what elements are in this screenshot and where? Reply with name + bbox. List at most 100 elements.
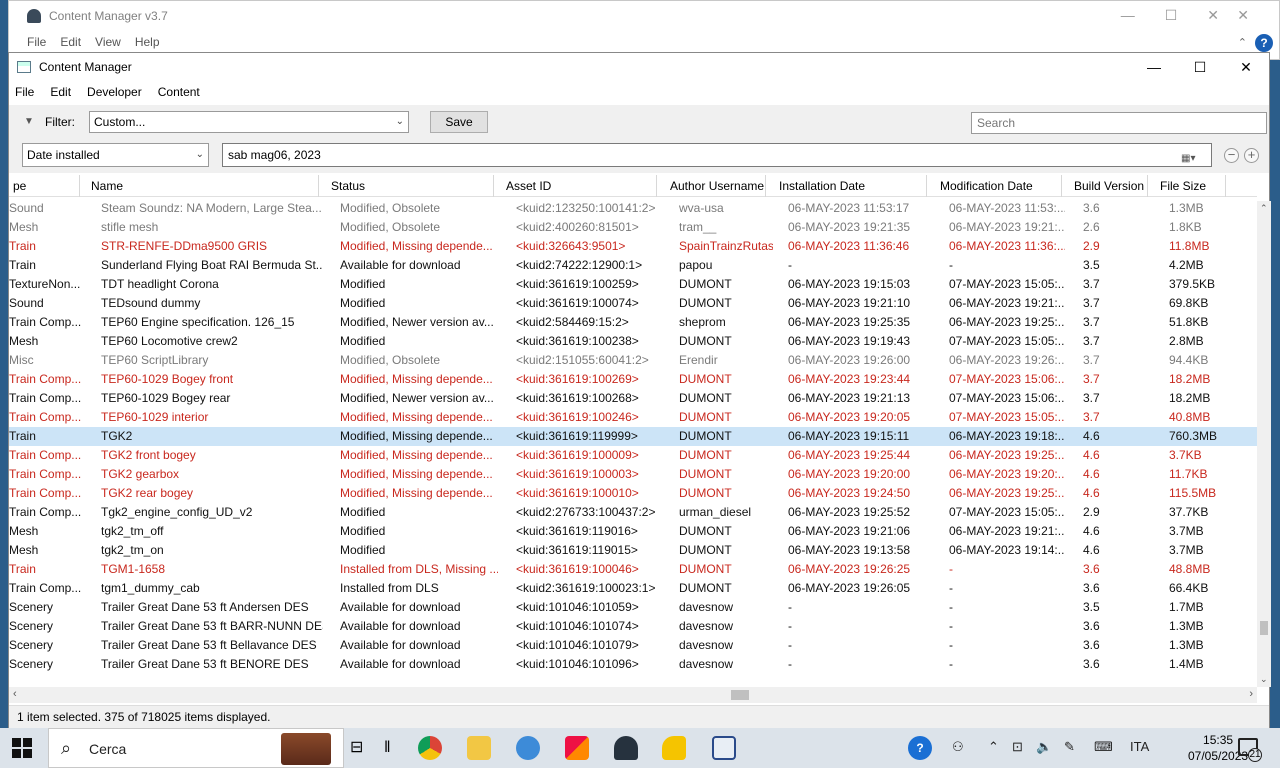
scroll-left-icon[interactable]: ‹ [13,688,17,700]
column-header-file-size[interactable]: File Size [1156,175,1226,197]
help-icon[interactable]: ? [908,736,932,760]
chevron-up-icon[interactable]: ⌃ [988,739,999,755]
column-header-name[interactable]: Name [87,175,319,197]
language-indicator[interactable]: ITA [1130,739,1149,754]
column-header-author[interactable]: Author Username [666,175,766,197]
remove-filter-button[interactable]: − [1224,148,1239,163]
horizontal-scroll-thumb[interactable] [731,690,749,700]
table-row[interactable]: Mesh tgk2_tm_off Modified <kuid:361619:1190… [9,522,1257,541]
background-menu-edit[interactable]: Edit [60,35,81,49]
cell-modification-date: 06-MAY-2023 19:21:... [949,220,1065,234]
ccleaner-icon[interactable] [565,736,589,760]
vertical-scroll-thumb[interactable] [1260,621,1268,635]
table-row[interactable]: Train TGM1-1658 Installed from DLS, Missin… [9,560,1257,579]
table-row[interactable]: Scenery Trailer Great Dane 53 ft Bellavan… [9,636,1257,655]
table-row[interactable]: Misc TEP60 ScriptLibrary Modified, Obsolet… [9,351,1257,370]
background-close-button[interactable]: ✕ [1207,7,1219,24]
cell-build-version: 3.6 [1083,619,1100,633]
column-header-type[interactable]: pe [9,175,80,197]
pen-icon[interactable]: ✎ [1064,739,1075,755]
table-row[interactable]: Mesh stifle mesh Modified, Obsolete <kuid2:… [9,218,1257,237]
table-row[interactable]: Train Comp... TGK2 gearbox Modified, Missi… [9,465,1257,484]
scroll-down-icon[interactable]: ⌄ [1260,674,1268,685]
background-maximize-button[interactable]: ☐ [1165,7,1178,24]
minimize-button[interactable]: — [1131,53,1177,81]
column-header-installation-date[interactable]: Installation Date [775,175,927,197]
cell-name: TGK2 front bogey [101,448,196,462]
search-input[interactable]: Search [971,112,1267,134]
chrome-icon[interactable] [418,736,442,760]
background-minimize-button[interactable]: — [1121,7,1135,24]
menu-file[interactable]: File [15,85,34,99]
keyboard-icon[interactable]: ⌨ [1094,739,1113,755]
network-icon[interactable]: ⊡ [1012,739,1023,755]
column-header-modification-date[interactable]: Modification Date [936,175,1062,197]
people-icon[interactable]: ⚇ [952,739,964,755]
table-row[interactable]: Train Comp... TEP60-1029 interior Modified… [9,408,1257,427]
table-row[interactable]: Train Comp... tgm1_dummy_cab Installed fro… [9,579,1257,598]
table-row[interactable]: Mesh TEP60 Locomotive crew2 Modified <kuid:… [9,332,1257,351]
thunderbird-icon[interactable] [516,736,540,760]
trainz-icon[interactable] [614,736,638,760]
help-icon[interactable]: ? [1255,34,1273,52]
title-bar[interactable]: Content Manager — ☐ ✕ [9,53,1269,81]
table-row[interactable]: Scenery Trailer Great Dane 53 ft Andersen… [9,598,1257,617]
editor-icon[interactable] [712,736,736,760]
table-row[interactable]: Sound TEDsound dummy Modified <kuid:361619:… [9,294,1257,313]
vertical-scrollbar[interactable]: ⌃ ⌄ [1257,201,1271,687]
menu-edit[interactable]: Edit [50,85,71,99]
table-row[interactable]: Train STR-RENFE-DDma9500 GRIS Modified, Mi… [9,237,1257,256]
table-row[interactable]: Train Comp... TGK2 front bogey Modified, M… [9,446,1257,465]
column-header-asset-id[interactable]: Asset ID [502,175,657,197]
add-filter-button[interactable]: + [1244,148,1259,163]
notification-center-icon[interactable]: 21 [1238,738,1262,762]
scroll-right-icon[interactable]: › [1249,688,1253,700]
table-row[interactable]: Train Comp... Tgk2_engine_config_UD_v2 Mod… [9,503,1257,522]
table-row[interactable]: Train Sunderland Flying Boat RAI Bermuda … [9,256,1257,275]
table-row[interactable]: Train Comp... TEP60-1029 Bogey rear Modifi… [9,389,1257,408]
table-row[interactable]: Sound Steam Soundz: NA Modern, Large Stea… [9,199,1257,218]
column-header-status[interactable]: Status [327,175,494,197]
background-window[interactable]: Content Manager v3.7 File Edit View Help… [8,0,1280,60]
maximize-button[interactable]: ☐ [1177,53,1223,81]
cell-type: Train Comp... [9,467,82,481]
cell-asset-id: <kuid2:400260:81501> [516,220,639,234]
calendar-icon[interactable]: ▦▾ [1181,148,1203,164]
scroll-up-icon[interactable]: ⌃ [1260,203,1268,214]
table-row[interactable]: Mesh tgk2_tm_on Modified <kuid:361619:11901… [9,541,1257,560]
filter-dropdown[interactable]: Custom... ⌄ [89,111,409,133]
taskbar-search-box[interactable]: ⌕ Cerca [48,728,344,768]
date-value-input[interactable]: sab mag06, 2023 ▦▾ [222,143,1212,167]
cell-installation-date: 06-MAY-2023 19:21:10 [788,296,911,310]
cell-file-size: 94.4KB [1169,353,1209,367]
background-menu-file[interactable]: File [27,35,46,49]
collapse-triangle-icon[interactable]: ▼ [24,116,34,127]
table-row[interactable]: Train Comp... TEP60-1029 Bogey front Modif… [9,370,1257,389]
cell-installation-date: 06-MAY-2023 11:53:17 [788,201,910,215]
close-button[interactable]: ✕ [1223,53,1269,81]
column-header-build-version[interactable]: Build Version [1070,175,1148,197]
background-close-icon[interactable]: ✕ [1237,7,1249,24]
menu-developer[interactable]: Developer [87,85,142,99]
table-row[interactable]: TextureNon... TDT headlight Corona Modifie… [9,275,1257,294]
content-manager-icon[interactable] [662,736,686,760]
menu-content[interactable]: Content [158,85,200,99]
cell-build-version: 3.7 [1083,296,1100,310]
cell-asset-id: <kuid2:123250:100141:2> [516,201,656,215]
chevron-up-icon[interactable]: ⌃ [1238,36,1247,49]
cell-status: Modified, Missing depende... [340,467,493,481]
table-row[interactable]: Scenery Trailer Great Dane 53 ft BENORE D… [9,655,1257,674]
date-field-dropdown[interactable]: Date installed ⌄ [22,143,209,167]
windows-start-icon[interactable] [12,738,34,758]
file-explorer-icon[interactable] [467,736,491,760]
background-menu-help[interactable]: Help [135,35,160,49]
table-row[interactable]: Train TGK2 Modified, Missing depende... <ku… [9,427,1257,446]
table-row[interactable]: Train Comp... TEP60 Engine specification.… [9,313,1257,332]
background-menu-view[interactable]: View [95,35,121,49]
table-row[interactable]: Train Comp... TGK2 rear bogey Modified, Mi… [9,484,1257,503]
horizontal-scrollbar[interactable]: ‹ › [9,687,1257,703]
table-row[interactable]: Scenery Trailer Great Dane 53 ft BARR-NUN… [9,617,1257,636]
task-view-icon[interactable]: ⊟ [350,736,374,760]
volume-icon[interactable]: 🔈 [1036,739,1052,755]
save-button[interactable]: Save [430,111,488,133]
